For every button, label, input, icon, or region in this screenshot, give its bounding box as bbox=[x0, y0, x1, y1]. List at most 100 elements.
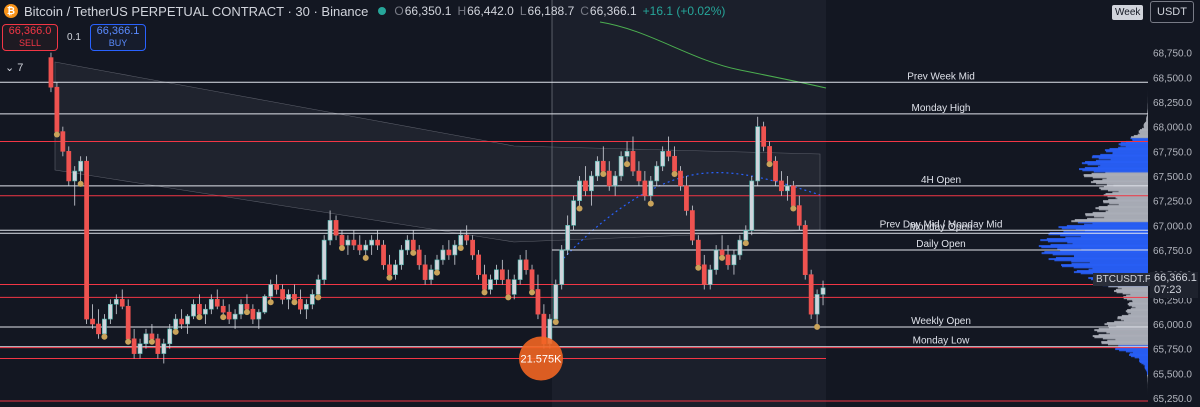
candle-body bbox=[719, 249, 725, 256]
candle bbox=[66, 146, 72, 186]
candle bbox=[90, 304, 95, 329]
candle-body bbox=[630, 151, 636, 172]
candle bbox=[53, 82, 60, 138]
candle bbox=[226, 304, 232, 324]
candle-body bbox=[398, 249, 404, 266]
indicators-toggle[interactable]: ⌄ 7 bbox=[5, 61, 23, 74]
candle-body bbox=[250, 308, 256, 320]
sell-label: SELL bbox=[18, 38, 42, 48]
y-tick-label: 67,500.0 bbox=[1153, 172, 1192, 183]
candle bbox=[410, 230, 417, 256]
candle-body bbox=[357, 244, 363, 251]
candle bbox=[446, 240, 452, 260]
signal-dot bbox=[600, 171, 607, 177]
candle-body bbox=[808, 274, 814, 315]
signal-dot bbox=[77, 180, 84, 187]
symbol-header: ₿ Bitcoin / TetherUS PERPETUAL CONTRACT … bbox=[0, 0, 725, 22]
candle-body bbox=[125, 305, 131, 340]
candle-body bbox=[553, 284, 559, 320]
candle bbox=[167, 324, 173, 349]
symbol-title[interactable]: Bitcoin / TetherUS PERPETUAL CONTRACT · … bbox=[24, 4, 368, 19]
signal-dot bbox=[362, 254, 369, 261]
candle-body bbox=[707, 269, 713, 285]
candle bbox=[523, 250, 529, 275]
candle-body bbox=[476, 254, 481, 275]
candle bbox=[143, 328, 149, 349]
candle-body bbox=[113, 299, 119, 305]
candle-body bbox=[327, 220, 333, 241]
y-tick-label: 65,250.0 bbox=[1153, 394, 1192, 405]
candle-body bbox=[410, 239, 416, 251]
candle bbox=[256, 309, 262, 329]
candle bbox=[808, 269, 814, 320]
candle bbox=[755, 116, 761, 186]
candle bbox=[238, 299, 244, 320]
candle bbox=[172, 314, 179, 335]
candle-body bbox=[167, 328, 173, 345]
candle-body bbox=[256, 311, 262, 320]
currency-select[interactable]: USDT bbox=[1150, 1, 1194, 23]
ohlc-close: C66,366.1 bbox=[580, 4, 637, 18]
candle-body bbox=[600, 160, 606, 172]
level-label: Monday Low bbox=[913, 336, 970, 347]
candle-body bbox=[286, 294, 291, 300]
candle-body bbox=[72, 170, 78, 182]
signal-dot bbox=[148, 338, 155, 345]
price-change: +16.1 (+0.02%) bbox=[642, 4, 726, 18]
bitcoin-icon: ₿ bbox=[4, 4, 18, 18]
order-quantity[interactable]: 0.1 bbox=[64, 32, 84, 43]
candle bbox=[481, 264, 488, 296]
sell-price: 66,366.0 bbox=[8, 25, 52, 37]
signal-dot bbox=[386, 274, 393, 281]
candle-body bbox=[488, 279, 493, 290]
candle-body bbox=[594, 160, 600, 177]
candle bbox=[499, 259, 505, 285]
candle-body bbox=[197, 303, 202, 315]
candle bbox=[369, 235, 375, 255]
candle-body bbox=[535, 289, 541, 315]
sell-button[interactable]: 66,366.0 SELL bbox=[2, 24, 58, 51]
signal-dot bbox=[576, 205, 583, 212]
candle-body bbox=[440, 249, 446, 261]
candle-body bbox=[446, 249, 452, 256]
signal-dot bbox=[671, 171, 678, 177]
price-chart[interactable]: Prev Week MidMonday High4H OpenPrev Day … bbox=[0, 0, 1200, 407]
candle-body bbox=[149, 333, 155, 340]
candle-body bbox=[589, 175, 594, 192]
candle-body bbox=[511, 279, 517, 295]
candle-body bbox=[60, 131, 66, 152]
candle-body bbox=[339, 234, 345, 246]
candle bbox=[802, 220, 808, 280]
candle bbox=[398, 245, 404, 270]
candle-body bbox=[274, 284, 280, 290]
candle-body bbox=[381, 244, 386, 266]
candle-body bbox=[179, 318, 185, 325]
candle-body bbox=[761, 126, 767, 147]
candle-body bbox=[404, 239, 410, 251]
chart-area[interactable]: Prev Week Mid Monday High 4H Open Prev Day … bbox=[0, 0, 1200, 407]
market-status-icon bbox=[378, 7, 387, 15]
signal-dot bbox=[647, 200, 654, 207]
candle bbox=[404, 235, 410, 255]
candle-body bbox=[505, 279, 511, 295]
y-tick-label: 68,500.0 bbox=[1153, 73, 1192, 84]
candle-body bbox=[612, 175, 618, 187]
candle bbox=[488, 274, 493, 295]
last-price-tag: 66,366.1 07:23 bbox=[1150, 272, 1198, 298]
y-tick-label: 67,000.0 bbox=[1153, 221, 1192, 232]
candle-body bbox=[107, 303, 113, 320]
level-label: 4H Open bbox=[921, 175, 961, 186]
candle bbox=[476, 250, 481, 280]
candle bbox=[386, 254, 393, 281]
candle bbox=[362, 240, 369, 261]
candle bbox=[286, 289, 291, 310]
level-label: Weekly Open bbox=[911, 316, 971, 327]
candle-body bbox=[499, 269, 505, 280]
level-label: Prev Week Mid bbox=[907, 71, 975, 82]
candle-body bbox=[559, 249, 565, 285]
candle-body bbox=[333, 220, 339, 236]
buy-button[interactable]: 66,366.1 BUY bbox=[90, 24, 146, 51]
candle bbox=[309, 289, 315, 310]
signal-dot bbox=[220, 314, 227, 321]
candle bbox=[559, 245, 565, 290]
